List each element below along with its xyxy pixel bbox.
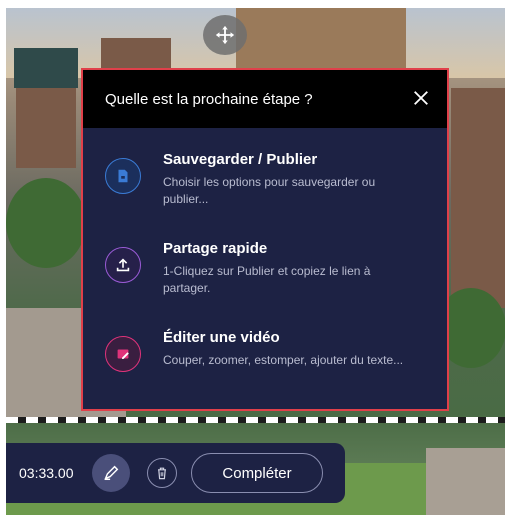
option-title: Sauvegarder / Publier	[163, 151, 318, 168]
building	[451, 88, 505, 308]
upload-share-icon	[105, 247, 141, 283]
complete-button[interactable]: Compléter	[191, 453, 323, 493]
move-arrows-icon	[215, 25, 235, 45]
path	[426, 448, 505, 515]
option-quick-share[interactable]: Partage rapide 1-Cliquez sur Publier et …	[105, 239, 429, 309]
draw-button[interactable]	[92, 454, 130, 492]
recording-timer: 03:33.00	[19, 465, 74, 481]
dialog-title: Quelle est la prochaine étape ?	[105, 90, 313, 108]
option-title: Partage rapide	[163, 240, 268, 257]
save-publish-icon	[105, 158, 141, 194]
close-icon	[414, 91, 428, 105]
move-handle[interactable]	[203, 15, 247, 55]
recording-toolbar: 03:33.00 Compléter	[6, 443, 345, 503]
tree	[6, 178, 86, 268]
option-save-publish[interactable]: Sauvegarder / Publier Choisir les option…	[105, 150, 429, 220]
pen-icon	[104, 465, 119, 481]
dialog-header: Quelle est la prochaine étape ?	[83, 70, 447, 128]
video-edit-icon	[105, 336, 141, 372]
recording-border	[6, 417, 505, 423]
next-step-dialog: Quelle est la prochaine étape ? Sauvegar…	[81, 68, 449, 411]
option-title: Éditer une vidéo	[163, 329, 280, 346]
option-description: 1-Cliquez sur Publier et copiez le lien …	[163, 264, 371, 295]
building-roof	[14, 48, 78, 88]
trash-icon	[158, 467, 166, 480]
close-button[interactable]	[411, 88, 431, 108]
option-description: Choisir les options pour sauvegarder ou …	[163, 175, 376, 206]
option-edit-video[interactable]: Éditer une vidéo Couper, zoomer, estompe…	[105, 328, 429, 398]
option-description: Couper, zoomer, estomper, ajouter du tex…	[163, 353, 404, 367]
delete-button[interactable]	[147, 458, 177, 488]
